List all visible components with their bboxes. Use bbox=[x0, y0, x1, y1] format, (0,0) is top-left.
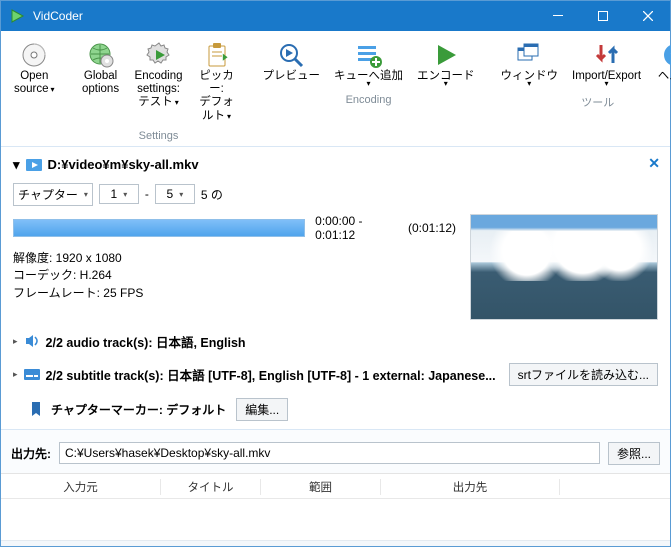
time-range: 0:00:00 - 0:01:12 bbox=[315, 214, 398, 242]
dropdown-caret-icon: ▾ bbox=[51, 85, 55, 94]
duration: (0:01:12) bbox=[408, 221, 456, 235]
audio-icon bbox=[24, 334, 40, 348]
magnifier-play-icon bbox=[277, 41, 305, 69]
chapter-markers-label: チャプターマーカー: デフォルト bbox=[51, 401, 226, 418]
clipboard-icon bbox=[203, 41, 231, 69]
browse-output-button[interactable]: 参照... bbox=[608, 442, 660, 465]
expand-caret-icon: ▸ bbox=[13, 336, 18, 347]
close-source-button[interactable]: ✕ bbox=[648, 155, 660, 172]
open-source-button[interactable]: Open source▾ bbox=[11, 37, 58, 100]
chapter-suffix: 5 の bbox=[201, 186, 223, 203]
ribbon-toolbar: Open source▾ Global options bbox=[1, 31, 670, 147]
chapter-dash: - bbox=[145, 187, 149, 201]
help-label: ヘルプ▾ bbox=[658, 70, 671, 87]
global-options-label: Global options bbox=[82, 70, 119, 96]
window-label: ウィンドウ▾ bbox=[501, 70, 559, 87]
disc-icon bbox=[20, 41, 48, 69]
dropdown-caret-icon: ▾ bbox=[227, 112, 231, 121]
video-file-icon bbox=[26, 158, 42, 172]
output-label: 出力先: bbox=[11, 445, 51, 462]
group-encoding-label: Encoding bbox=[260, 94, 478, 106]
queue-col-title[interactable]: タイトル bbox=[161, 479, 261, 495]
preview-button[interactable]: プレビュー bbox=[260, 37, 324, 87]
encoding-settings-label: Encoding settings: テスト▾ bbox=[135, 70, 183, 110]
open-source-label: Open source▾ bbox=[14, 70, 55, 96]
list-add-icon bbox=[355, 41, 383, 69]
queue-col-dest[interactable]: 出力先 bbox=[381, 479, 560, 495]
source-header[interactable]: ▾ D:¥video¥m¥sky-all.mkv bbox=[13, 157, 658, 173]
audio-section[interactable]: ▸ 2/2 audio track(s): 日本語, English bbox=[13, 332, 658, 351]
app-icon bbox=[9, 8, 25, 24]
global-options-button[interactable]: Global options bbox=[78, 37, 124, 100]
queue-panel: 入力元 タイトル 範囲 出力先 bbox=[1, 473, 670, 540]
window-button[interactable]: ウィンドウ▾ bbox=[498, 37, 562, 91]
edit-chapters-button[interactable]: 編集... bbox=[236, 398, 288, 421]
dropdown-caret-icon: ▾ bbox=[417, 82, 475, 87]
import-export-icon bbox=[593, 41, 621, 69]
titlebar: VidCoder bbox=[1, 1, 670, 31]
gear-play-icon bbox=[145, 41, 173, 69]
preview-label: プレビュー bbox=[263, 70, 321, 83]
encoding-settings-button[interactable]: Encoding settings: テスト▾ bbox=[132, 37, 186, 114]
encode-button[interactable]: エンコード▾ bbox=[414, 37, 478, 91]
bookmark-icon bbox=[31, 402, 41, 416]
add-to-queue-label: キューへ追加▾ bbox=[334, 70, 403, 87]
help-icon: ? bbox=[661, 41, 671, 69]
framerate-label: フレームレート: 25 FPS bbox=[13, 285, 456, 302]
load-srt-button[interactable]: srtファイルを読み込む... bbox=[509, 363, 658, 386]
resolution-label: 解像度: 1920 x 1080 bbox=[13, 250, 456, 267]
picker-label: ピッカー: デフォルト▾ bbox=[197, 70, 237, 123]
group-settings-label: Settings bbox=[78, 130, 240, 142]
source-path: D:¥video¥m¥sky-all.mkv bbox=[48, 157, 199, 172]
dropdown-caret-icon: ▾ bbox=[658, 82, 671, 87]
play-icon bbox=[432, 41, 460, 69]
range-bar[interactable] bbox=[13, 219, 305, 237]
chapter-mode-combo[interactable]: チャプター▾ bbox=[13, 183, 93, 206]
codec-label: コーデック: H.264 bbox=[13, 267, 456, 284]
status-strip bbox=[1, 540, 670, 546]
dropdown-caret-icon: ▾ bbox=[501, 82, 559, 87]
app-title: VidCoder bbox=[33, 9, 535, 23]
group-tools-label: ツール bbox=[498, 94, 671, 110]
dropdown-caret-icon: ▾ bbox=[123, 190, 127, 199]
encode-label: エンコード▾ bbox=[417, 70, 475, 87]
minimize-button[interactable] bbox=[535, 1, 580, 31]
close-button[interactable] bbox=[625, 1, 670, 31]
dropdown-caret-icon: ▾ bbox=[334, 82, 403, 87]
preview-thumbnail bbox=[470, 214, 658, 320]
audio-summary: 2/2 audio track(s): 日本語, English bbox=[46, 332, 246, 351]
globe-gear-icon bbox=[87, 41, 115, 69]
windows-icon bbox=[515, 41, 543, 69]
import-export-button[interactable]: Import/Export▾ bbox=[569, 37, 644, 91]
subtitle-section[interactable]: ▸ 2/2 subtitle track(s): 日本語 [UTF-8], En… bbox=[13, 363, 658, 386]
subtitle-icon bbox=[24, 367, 40, 381]
output-path-input[interactable] bbox=[59, 442, 600, 464]
dropdown-caret-icon: ▾ bbox=[572, 82, 641, 87]
chapter-end-combo[interactable]: 5▾ bbox=[155, 184, 195, 204]
dropdown-caret-icon: ▾ bbox=[175, 98, 179, 107]
expand-caret-icon: ▾ bbox=[13, 157, 20, 173]
queue-col-source[interactable]: 入力元 bbox=[1, 479, 161, 495]
import-export-label: Import/Export▾ bbox=[572, 70, 641, 87]
picker-button[interactable]: ピッカー: デフォルト▾ bbox=[194, 37, 240, 127]
expand-caret-icon: ▸ bbox=[13, 369, 18, 380]
dropdown-caret-icon: ▾ bbox=[179, 190, 183, 199]
subtitle-summary: 2/2 subtitle track(s): 日本語 [UTF-8], Engl… bbox=[46, 365, 496, 384]
chapter-start-combo[interactable]: 1▾ bbox=[99, 184, 139, 204]
queue-col-range[interactable]: 範囲 bbox=[261, 479, 381, 495]
add-to-queue-button[interactable]: キューへ追加▾ bbox=[331, 37, 406, 91]
help-button[interactable]: ? ヘルプ▾ bbox=[652, 37, 671, 91]
maximize-button[interactable] bbox=[580, 1, 625, 31]
dropdown-caret-icon: ▾ bbox=[84, 190, 88, 199]
